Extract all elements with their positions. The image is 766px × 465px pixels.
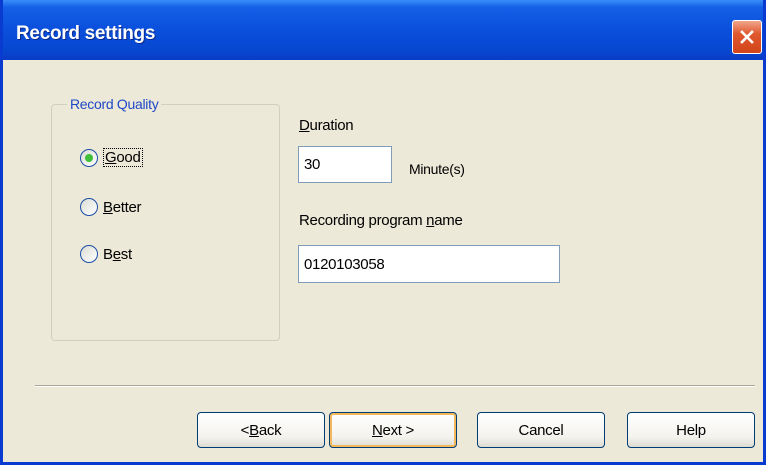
close-icon [740, 30, 754, 44]
close-button[interactable] [732, 20, 762, 54]
radio-good-label: Good [103, 148, 143, 167]
record-quality-legend: Record Quality [67, 96, 162, 112]
cancel-button[interactable]: Cancel [477, 412, 605, 448]
radio-good[interactable]: Good [80, 148, 143, 167]
window-title: Record settings [16, 23, 156, 44]
record-settings-dialog: Record settings Record Quality Good Bett… [0, 0, 766, 465]
radio-better-indicator[interactable] [80, 198, 98, 216]
separator [35, 385, 755, 387]
duration-unit-label: Minute(s) [409, 161, 465, 177]
radio-best-label: Best [103, 245, 132, 263]
radio-better-label: Better [103, 198, 142, 216]
title-bar[interactable]: Record settings [3, 0, 763, 60]
record-quality-group [51, 104, 280, 341]
radio-better[interactable]: Better [80, 198, 142, 216]
back-button[interactable]: < Back [197, 412, 325, 448]
program-name-label: Recording program name [299, 212, 463, 229]
radio-best[interactable]: Best [80, 245, 132, 263]
next-button[interactable]: Next > [329, 412, 457, 448]
duration-label: Duration [299, 117, 354, 134]
radio-good-indicator[interactable] [80, 148, 98, 167]
help-button[interactable]: Help [627, 412, 755, 448]
radio-best-indicator[interactable] [80, 245, 98, 263]
duration-input[interactable] [298, 146, 392, 183]
program-name-input[interactable] [298, 245, 560, 283]
